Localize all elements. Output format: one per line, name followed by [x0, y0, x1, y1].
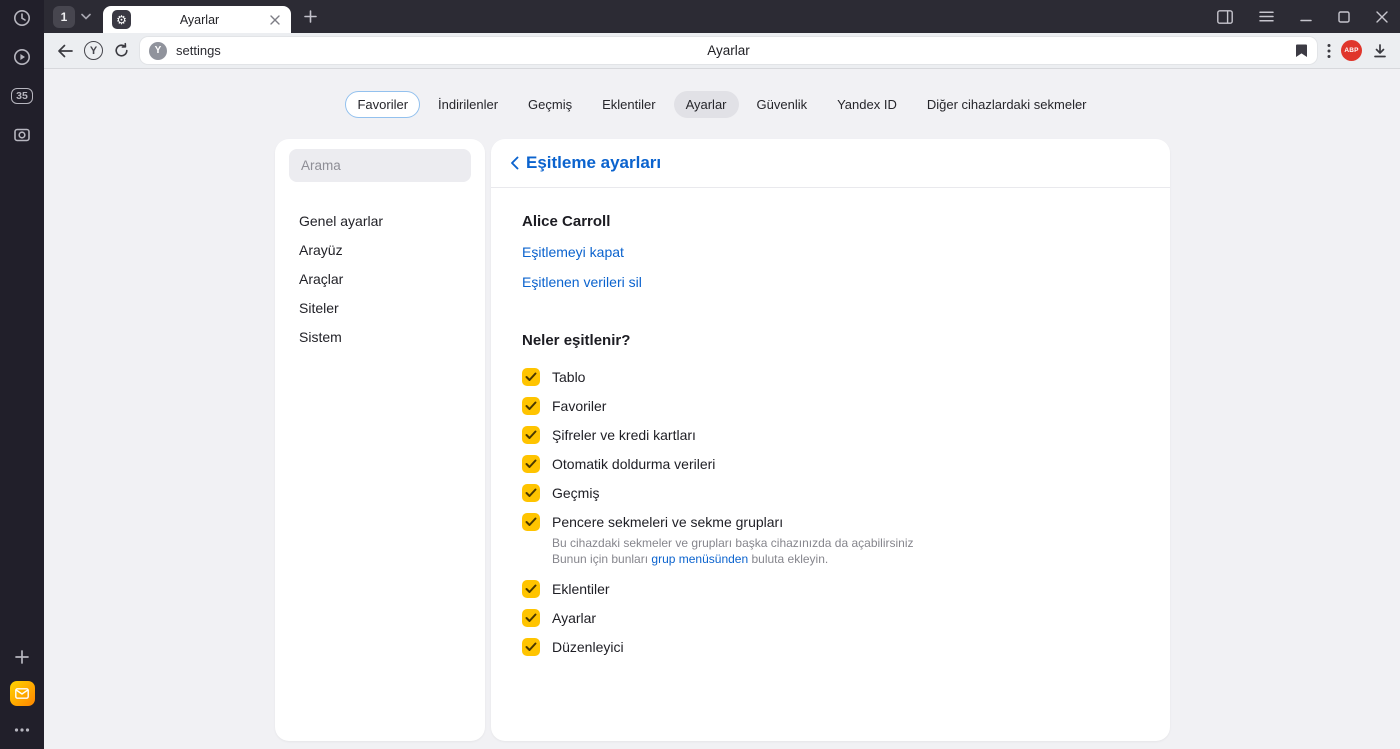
toolbar: Y Y settings Ayarlar ABP — [44, 33, 1400, 69]
url-text: settings — [176, 43, 221, 58]
sync-option-label: Pencere sekmeleri ve sekme grupları — [552, 513, 784, 530]
sync-settings-body: Alice Carroll Eşitlemeyi kapat Eşitlenen… — [491, 188, 1170, 661]
nav-tab-indirilenler[interactable]: İndirilenler — [426, 91, 510, 118]
back-icon[interactable] — [56, 43, 74, 59]
active-tab[interactable]: ⚙ Ayarlar — [103, 6, 291, 33]
checkbox-checked-icon[interactable] — [522, 454, 540, 473]
sidebar-item-sistem[interactable]: Sistem — [289, 322, 471, 351]
sync-option-ayarlar[interactable]: Ayarlar — [522, 603, 1146, 632]
sync-option-description: Bu cihazdaki sekmeler ve grupları başka … — [552, 535, 1146, 567]
tab-stack-button[interactable]: 1 — [53, 5, 75, 28]
tab-counter-badge[interactable]: 35 — [11, 85, 33, 107]
tab-title: Ayarlar — [179, 12, 220, 27]
kebab-menu-icon[interactable] — [1327, 43, 1331, 59]
history-icon[interactable] — [11, 7, 33, 29]
tab-counter-value: 35 — [11, 87, 33, 105]
group-menu-link[interactable]: grup menüsünden — [651, 552, 748, 566]
sync-option-label: Şifreler ve kredi kartları — [552, 426, 696, 443]
main-column: 1 ⚙ Ayarlar Y Y settings Ayarlar ABP Fav… — [44, 0, 1400, 749]
description-line-1: Bu cihazdaki sekmeler ve grupları başka … — [552, 536, 914, 550]
bookmark-icon[interactable] — [1295, 43, 1308, 58]
checkbox-checked-icon[interactable] — [522, 579, 540, 598]
checkbox-checked-icon[interactable] — [522, 396, 540, 415]
checkbox-checked-icon[interactable] — [522, 608, 540, 627]
downloads-icon[interactable] — [1372, 43, 1388, 59]
checkbox-checked-icon[interactable] — [522, 483, 540, 502]
close-window-icon[interactable] — [1376, 10, 1388, 23]
nav-tab-yandex-id[interactable]: Yandex ID — [825, 91, 909, 118]
yandex-button[interactable]: Y — [84, 41, 103, 60]
address-bar[interactable]: Y settings Ayarlar — [140, 37, 1317, 64]
back-chevron-icon[interactable] — [510, 156, 519, 170]
sidebar-item-arayuz[interactable]: Arayüz — [289, 235, 471, 264]
sync-option-favoriler[interactable]: Favoriler — [522, 391, 1146, 420]
sync-option-label: Favoriler — [552, 397, 607, 414]
sync-option-duzenleyici[interactable]: Düzenleyici — [522, 632, 1146, 661]
settings-gear-icon: ⚙ — [112, 10, 131, 29]
nav-tab-gecmis[interactable]: Geçmiş — [516, 91, 584, 118]
nav-tab-eklentiler[interactable]: Eklentiler — [590, 91, 667, 118]
sync-option-label: Otomatik doldurma verileri — [552, 455, 716, 472]
sync-option-eklentiler[interactable]: Eklentiler — [522, 574, 1146, 603]
sync-option-tablo[interactable]: Tablo — [522, 362, 1146, 391]
nav-tab-ayarlar[interactable]: Ayarlar — [673, 91, 739, 118]
sync-option-pencere-sekmeleri[interactable]: Pencere sekmeleri ve sekme grupları — [522, 507, 1146, 536]
screenshot-icon[interactable] — [11, 124, 33, 146]
site-favicon: Y — [149, 41, 167, 60]
disable-sync-link[interactable]: Eşitlemeyi kapat — [522, 244, 1146, 260]
nav-tab-favoriler[interactable]: Favoriler — [345, 91, 421, 118]
sidebar-item-araclar[interactable]: Araçlar — [289, 264, 471, 293]
sidebar-item-siteler[interactable]: Siteler — [289, 293, 471, 322]
browser-menu-icon[interactable] — [1259, 11, 1274, 22]
sync-items-section-title: Neler eşitlenir? — [522, 332, 631, 349]
window-controls — [1217, 0, 1388, 33]
sidebar-item-genel-ayarlar[interactable]: Genel ayarlar — [289, 206, 471, 235]
settings-sidebar: Genel ayarlar Arayüz Araçlar Siteler Sis… — [275, 139, 485, 741]
sync-option-label: Düzenleyici — [552, 638, 624, 655]
checkbox-checked-icon[interactable] — [522, 637, 540, 656]
sync-option-label: Eklentiler — [552, 580, 610, 597]
description-line-2: Bunun için bunları grup menüsünden bulut… — [552, 552, 829, 566]
sync-settings-title[interactable]: Eşitleme ayarları — [526, 153, 661, 173]
page-title: Ayarlar — [707, 43, 750, 58]
left-rail: 35 — [0, 0, 44, 749]
sync-settings-card: Eşitleme ayarları Alice Carroll Eşitleme… — [491, 139, 1170, 741]
sync-option-gecmis[interactable]: Geçmiş — [522, 478, 1146, 507]
tab-bar: 1 ⚙ Ayarlar — [44, 0, 1400, 33]
sync-option-otomatik-doldurma[interactable]: Otomatik doldurma verileri — [522, 449, 1146, 478]
browser-window: 35 1 ⚙ Ayarlar Y Y settings Ayarlar ABP … — [0, 0, 1400, 749]
player-icon[interactable] — [11, 46, 33, 68]
adblock-plus-badge[interactable]: ABP — [1341, 40, 1362, 61]
add-panel-icon[interactable] — [11, 646, 33, 668]
nav-tab-guvenlik[interactable]: Güvenlik — [745, 91, 820, 118]
chevron-down-icon[interactable] — [81, 13, 91, 20]
tab-close-icon[interactable] — [268, 13, 282, 27]
delete-synced-data-link[interactable]: Eşitlenen verileri sil — [522, 274, 1146, 290]
account-name: Alice Carroll — [522, 213, 611, 230]
settings-page: Favoriler İndirilenler Geçmiş Eklentiler… — [44, 69, 1400, 749]
refresh-icon[interactable] — [113, 42, 130, 59]
sync-settings-header: Eşitleme ayarları — [491, 139, 1170, 188]
side-panel-icon[interactable] — [1217, 9, 1233, 24]
more-options-icon[interactable] — [11, 719, 33, 741]
sync-options-list: Tablo Favoriler Şifreler ve kredi kartla… — [522, 362, 1146, 661]
settings-search-input[interactable] — [289, 149, 471, 182]
sync-option-label: Ayarlar — [552, 609, 597, 626]
maximize-icon[interactable] — [1338, 10, 1350, 23]
yandex-mail-icon[interactable] — [9, 681, 35, 706]
checkbox-checked-icon[interactable] — [522, 512, 540, 531]
sync-option-label: Tablo — [552, 368, 586, 385]
sync-option-label: Geçmiş — [552, 484, 600, 501]
settings-nav-tabs: Favoriler İndirilenler Geçmiş Eklentiler… — [44, 69, 1400, 118]
checkbox-checked-icon[interactable] — [522, 425, 540, 444]
new-tab-button[interactable] — [303, 9, 318, 24]
checkbox-checked-icon[interactable] — [522, 367, 540, 386]
settings-menu: Genel ayarlar Arayüz Araçlar Siteler Sis… — [289, 206, 471, 351]
minimize-icon[interactable] — [1300, 11, 1312, 23]
nav-tab-diger-cihazlar[interactable]: Diğer cihazlardaki sekmeler — [915, 91, 1099, 118]
sync-option-sifreler[interactable]: Şifreler ve kredi kartları — [522, 420, 1146, 449]
